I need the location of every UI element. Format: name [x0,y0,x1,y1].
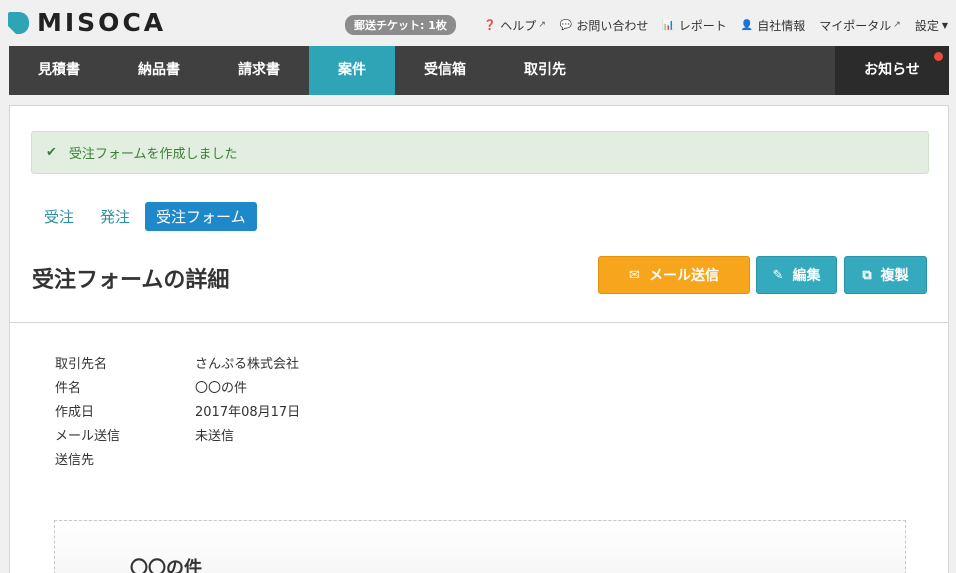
company-info-link[interactable]: 👤 自社情報 [741,17,805,34]
top-bar: MISOCA 郵送チケット: 1枚 ❓ ヘルプ ↗ 💬 お問い合わせ 📊 レポー… [0,0,956,46]
detail-value: さんぷる株式会社 [195,356,300,372]
user-icon: 👤 [740,19,754,31]
misoca-logo[interactable]: MISOCA [8,10,166,36]
myportal-link[interactable]: マイポータル ↗ [819,17,901,34]
detail-row: 取引先名 さんぷる株式会社 [55,350,300,374]
preview-title: 〇〇の件 [130,558,202,573]
logo-text: MISOCA [37,8,167,37]
page-title: 受注フォームの詳細 [32,268,230,293]
detail-value: 未送信 [195,428,235,444]
notice-label: お知らせ [864,62,920,78]
contact-label: お問い合わせ [576,18,649,33]
mail-ticket-badge[interactable]: 郵送チケット: 1枚 [344,15,456,35]
detail-label: 送信先 [55,452,95,468]
pencil-icon: ✎ [772,267,784,283]
help-link[interactable]: ❓ ヘルプ ↗ [484,17,546,34]
caret-down-icon: ▼ [941,20,948,30]
settings-dropdown[interactable]: 設定 ▼ [915,17,948,34]
bar-chart-icon: 📊 [662,19,675,31]
detail-row: 送信先 [55,446,300,470]
report-label: レポート [678,18,727,33]
detail-label: メール送信 [55,428,121,444]
report-link[interactable]: 📊 レポート [662,17,726,34]
send-mail-label: メール送信 [648,268,719,284]
tab-orders-received[interactable]: 受注 [33,202,85,231]
nav-item-clients[interactable]: 取引先 [495,46,595,95]
alert-message: 受注フォームを作成しました [68,147,238,162]
success-alert: ✔ 受注フォームを作成しました [31,131,929,174]
edit-button[interactable]: ✎ 編集 [756,256,837,294]
check-icon: ✔ [46,145,57,160]
duplicate-button[interactable]: ⧉ 複製 [844,256,927,294]
top-links: 郵送チケット: 1枚 ❓ ヘルプ ↗ 💬 お問い合わせ 📊 レポート 👤 自社情… [344,15,948,35]
tab-orders-placed[interactable]: 発注 [89,202,141,231]
divider [10,322,948,323]
envelope-icon: ✉ [629,267,640,283]
nav-item-inbox[interactable]: 受信箱 [395,46,495,95]
contact-link[interactable]: 💬 お問い合わせ [560,17,648,34]
send-mail-button[interactable]: ✉ メール送信 [598,256,750,294]
logo-mark-icon [8,12,29,34]
edit-label: 編集 [792,268,821,284]
sub-tabs: 受注 発注 受注フォーム [33,202,261,231]
duplicate-label: 複製 [880,268,909,284]
form-preview: 〇〇の件 [54,520,906,573]
detail-label: 作成日 [55,404,95,420]
nav-item-delivery-notes[interactable]: 納品書 [109,46,209,95]
external-link-icon: ↗ [893,20,901,30]
nav-item-invoices[interactable]: 請求書 [209,46,309,95]
detail-row: 件名 〇〇の件 [55,374,300,398]
detail-value: 〇〇の件 [195,380,248,396]
details-list: 取引先名 さんぷる株式会社 件名 〇〇の件 作成日 2017年08月17日 メー… [55,350,300,470]
detail-label: 取引先名 [55,356,108,372]
company-info-label: 自社情報 [757,18,806,33]
content-panel: ✔ 受注フォームを作成しました 受注 発注 受注フォーム 受注フォームの詳細 ✉… [9,105,949,573]
nav-item-projects[interactable]: 案件 [309,46,395,95]
detail-label: 件名 [55,380,82,396]
comment-icon: 💬 [559,19,573,31]
main-nav: 見積書 納品書 請求書 案件 受信箱 取引先 お知らせ [9,46,949,95]
question-icon: ❓ [483,19,497,31]
settings-label: 設定 [914,18,939,33]
detail-row: 作成日 2017年08月17日 [55,398,300,422]
help-label: ヘルプ [500,18,537,33]
myportal-label: マイポータル [819,18,892,33]
external-link-icon: ↗ [538,20,546,30]
copy-icon: ⧉ [862,267,872,283]
detail-row: メール送信 未送信 [55,422,300,446]
detail-value: 2017年08月17日 [195,404,301,420]
tab-order-form[interactable]: 受注フォーム [145,202,257,231]
notice-button[interactable]: お知らせ [835,46,949,95]
nav-item-estimates[interactable]: 見積書 [9,46,109,95]
notification-dot [934,52,943,61]
